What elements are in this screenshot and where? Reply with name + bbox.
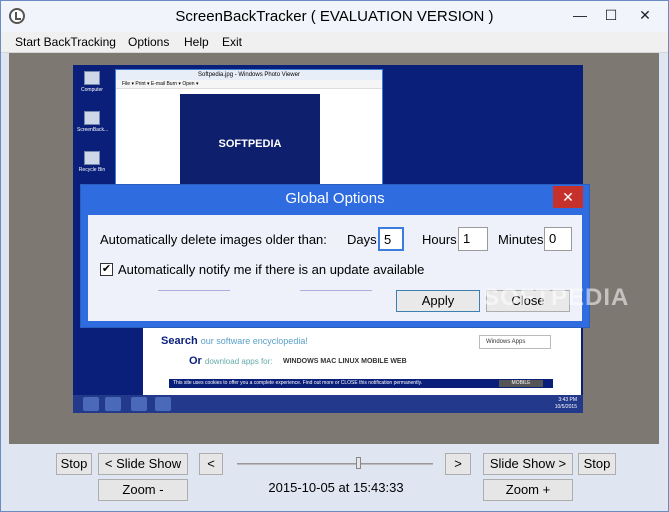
softpedia-logo: SOFTPEDIA [218,138,282,150]
stop-right-button[interactable]: Stop [578,453,616,475]
hours-input[interactable]: 1 [458,227,488,251]
desktop-icon-computer: Computer [77,71,107,93]
cookie-banner-mobile: MOBILE [499,380,543,387]
site-select: Windows Apps [479,335,551,349]
notify-update-checkbox[interactable]: ✔ [100,263,113,276]
minimize-button[interactable]: — [566,2,594,28]
photo-viewer-window: Softpedia.jpg - Windows Photo Viewer Fil… [115,69,383,190]
explorer-icon [105,397,121,411]
hours-label: Hours [422,232,457,247]
site-or-sub: download apps for: [204,357,273,366]
site-download-heading: Or download apps for: [189,355,273,367]
site-or-label: Or [189,355,202,367]
cookie-banner: This site uses cookies to offer you a co… [169,379,553,388]
zoom-in-button[interactable]: Zoom + [483,479,573,501]
slideshow-forward-button[interactable]: Slide Show > [483,453,573,475]
slideshow-back-button[interactable]: < Slide Show [98,453,188,475]
zoom-out-button[interactable]: Zoom - [98,479,188,501]
days-input[interactable]: 5 [378,227,404,251]
minutes-input[interactable]: 0 [544,227,572,251]
dialog-title: Global Options [285,190,385,207]
photo-viewer-menu: File ▾ Print ▾ E-mail Burn ▾ Open ▾ [116,80,382,89]
menu-help[interactable]: Help [184,35,209,49]
menu-options[interactable]: Options [128,35,169,49]
apply-button[interactable]: Apply [396,290,480,312]
stop-left-button[interactable]: Stop [56,453,92,475]
clock-date: 10/5/2015 [554,404,577,410]
photo-viewer-taskbar-icon [155,397,171,411]
browser-page: Search our software encyclopedia! Window… [143,327,581,397]
menu-exit[interactable]: Exit [222,35,242,49]
clock-time: 3:43 PM [558,397,577,403]
desktop-icon-label: Recycle Bin [78,167,106,173]
desktop-icon-label: ScreenBack... [77,127,109,133]
site-search-heading: Search our software encyclopedia! [161,335,308,347]
menu-bar: Start BackTracking Options Help Exit [1,32,668,53]
title-bar: ScreenBackTracker ( EVALUATION VERSION )… [1,1,668,32]
next-button[interactable]: > [445,453,471,475]
dialog-divider [300,290,372,291]
photo-viewer-title: Softpedia.jpg - Windows Photo Viewer [116,70,382,80]
captured-taskbar: 3:43 PM 10/5/2015 [73,395,583,413]
dialog-close-button[interactable]: ✕ [553,186,583,208]
site-search-label: Search [161,335,198,347]
minutes-label: Minutes [498,232,544,247]
desktop-icon-label: Computer [81,87,103,93]
desktop-icon-screenback: ScreenBack... [77,111,109,133]
app-window: ScreenBackTracker ( EVALUATION VERSION )… [0,0,669,512]
ie-icon [83,397,99,411]
photo-viewer-image: SOFTPEDIA [180,94,320,190]
menu-start-backtracking[interactable]: Start BackTracking [15,35,116,49]
taskbar-clock: 3:43 PM 10/5/2015 [555,397,577,411]
dialog-divider [158,290,230,291]
close-window-button[interactable]: ✕ [624,2,666,28]
screenbacktracker-taskbar-icon [131,397,147,411]
days-label: Days [347,232,377,247]
softpedia-watermark: SOFTPEDIA [483,284,630,311]
delete-images-label: Automatically delete images older than: [100,232,327,247]
capture-timestamp: 2015-10-05 at 15:43:33 [268,480,404,495]
timeline-slider[interactable] [237,463,433,465]
site-os-list: WINDOWS MAC LINUX MOBILE WEB [283,358,407,365]
previous-button[interactable]: < [199,453,223,475]
recycle-bin-icon [84,151,100,165]
desktop-icon-recycle-bin: Recycle Bin [77,151,107,173]
cookie-banner-text: This site uses cookies to offer you a co… [173,380,423,386]
notify-update-label: Automatically notify me if there is an u… [118,262,425,277]
screenbacktracker-icon [84,111,100,125]
timeline-slider-thumb[interactable] [355,457,361,469]
maximize-button[interactable]: ☐ [597,2,625,28]
site-search-sub: our software encyclopedia! [200,336,308,346]
computer-icon [84,71,100,85]
